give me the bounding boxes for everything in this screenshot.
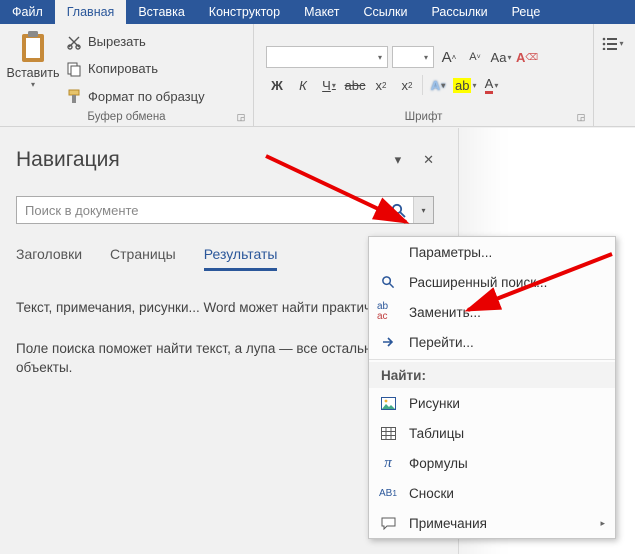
tab-mailings[interactable]: Рассылки — [419, 0, 499, 24]
clipboard-launcher[interactable]: ◲ — [235, 112, 247, 124]
bullets-icon — [602, 36, 618, 50]
ribbon: Вставить ▾ Вырезать Копировать Формат по… — [0, 24, 635, 127]
grow-font-button[interactable]: A˄ — [438, 46, 460, 68]
copy-label: Копировать — [88, 61, 158, 76]
paste-label: Вставить — [7, 66, 60, 80]
highlight-button[interactable]: ab — [453, 74, 476, 96]
menu-goto[interactable]: Перейти... — [369, 327, 615, 357]
comment-icon — [377, 517, 399, 530]
change-case-button[interactable]: Aa — [490, 46, 512, 68]
menu-find-comments[interactable]: Примечания ▸ — [369, 508, 615, 538]
strikethrough-button[interactable]: abc — [344, 74, 366, 96]
copy-icon — [66, 61, 82, 77]
cut-label: Вырезать — [88, 34, 146, 49]
menu-find-equations[interactable]: π Формулы — [369, 448, 615, 478]
navigation-title: Навигация — [16, 148, 120, 172]
menu-replace[interactable]: abac Заменить... — [369, 297, 615, 327]
tab-review[interactable]: Реце — [500, 0, 553, 24]
menu-options[interactable]: Параметры... — [369, 237, 615, 267]
search-input[interactable] — [17, 203, 383, 218]
text-effects-button[interactable]: A — [427, 74, 449, 96]
tab-design[interactable]: Конструктор — [197, 0, 292, 24]
footnote-icon: AB1 — [377, 488, 399, 499]
font-launcher[interactable]: ◲ — [575, 112, 587, 124]
clear-formatting-button[interactable]: A⌫ — [516, 46, 538, 68]
menu-separator — [369, 359, 615, 360]
bold-button[interactable]: Ж — [266, 74, 288, 96]
search-icon[interactable] — [383, 203, 413, 218]
search-dropdown[interactable]: ▾ — [413, 197, 433, 223]
italic-button[interactable]: К — [292, 74, 314, 96]
shrink-font-button[interactable]: A˅ — [464, 46, 486, 68]
font-size-combo[interactable]: ▾ — [392, 46, 434, 68]
format-painter-label: Формат по образцу — [88, 89, 205, 104]
group-paragraph — [594, 24, 635, 126]
goto-arrow-icon — [377, 335, 399, 349]
nav-tab-results[interactable]: Результаты — [204, 246, 278, 271]
group-clipboard-label: Буфер обмена ◲ — [4, 110, 249, 125]
underline-button[interactable]: Ч — [318, 74, 340, 96]
tab-references[interactable]: Ссылки — [351, 0, 419, 24]
scissors-icon — [66, 34, 82, 50]
group-font: ▾ ▾ A˄ A˅ Aa A⌫ Ж К Ч abc x2 x2 A ab A Ш… — [254, 24, 594, 126]
tab-insert[interactable]: Вставка — [126, 0, 196, 24]
tab-file[interactable]: Файл — [0, 0, 55, 24]
group-font-label: Шрифт ◲ — [258, 110, 589, 125]
tab-home[interactable]: Главная — [55, 0, 127, 24]
menu-find-pictures[interactable]: Рисунки — [369, 388, 615, 418]
picture-icon — [377, 397, 399, 410]
menu-find-footnotes[interactable]: AB1 Сноски — [369, 478, 615, 508]
copy-button[interactable]: Копировать — [66, 58, 205, 80]
subscript-button[interactable]: x2 — [370, 74, 392, 96]
tab-layout[interactable]: Макет — [292, 0, 351, 24]
search-icon — [377, 275, 399, 289]
nav-pane-close[interactable]: ✕ — [423, 152, 434, 168]
search-box: ▾ — [16, 196, 434, 224]
nav-tab-pages[interactable]: Страницы — [110, 246, 176, 271]
menu-advanced-find[interactable]: Расширенный поиск... — [369, 267, 615, 297]
separator — [422, 75, 423, 95]
superscript-button[interactable]: x2 — [396, 74, 418, 96]
format-painter-button[interactable]: Формат по образцу — [66, 85, 205, 107]
menu-find-tables[interactable]: Таблицы — [369, 418, 615, 448]
replace-icon: abac — [377, 302, 399, 322]
ribbon-tabs: Файл Главная Вставка Конструктор Макет С… — [0, 0, 635, 24]
equation-icon: π — [377, 455, 399, 472]
font-color-button[interactable]: A — [480, 74, 502, 96]
cut-button[interactable]: Вырезать — [66, 31, 205, 53]
font-family-combo[interactable]: ▾ — [266, 46, 388, 68]
menu-find-heading: Найти: — [369, 362, 615, 388]
brush-icon — [66, 88, 82, 104]
group-clipboard: Вставить ▾ Вырезать Копировать Формат по… — [0, 24, 254, 126]
nav-pane-menu[interactable]: ▾ — [395, 152, 402, 168]
paste-button[interactable]: Вставить ▾ — [4, 26, 62, 110]
bullets-button[interactable] — [602, 32, 624, 54]
search-options-menu: Параметры... Расширенный поиск... abac З… — [368, 236, 616, 539]
nav-tab-headings[interactable]: Заголовки — [16, 246, 82, 271]
paste-icon — [17, 30, 49, 64]
table-icon — [377, 427, 399, 440]
